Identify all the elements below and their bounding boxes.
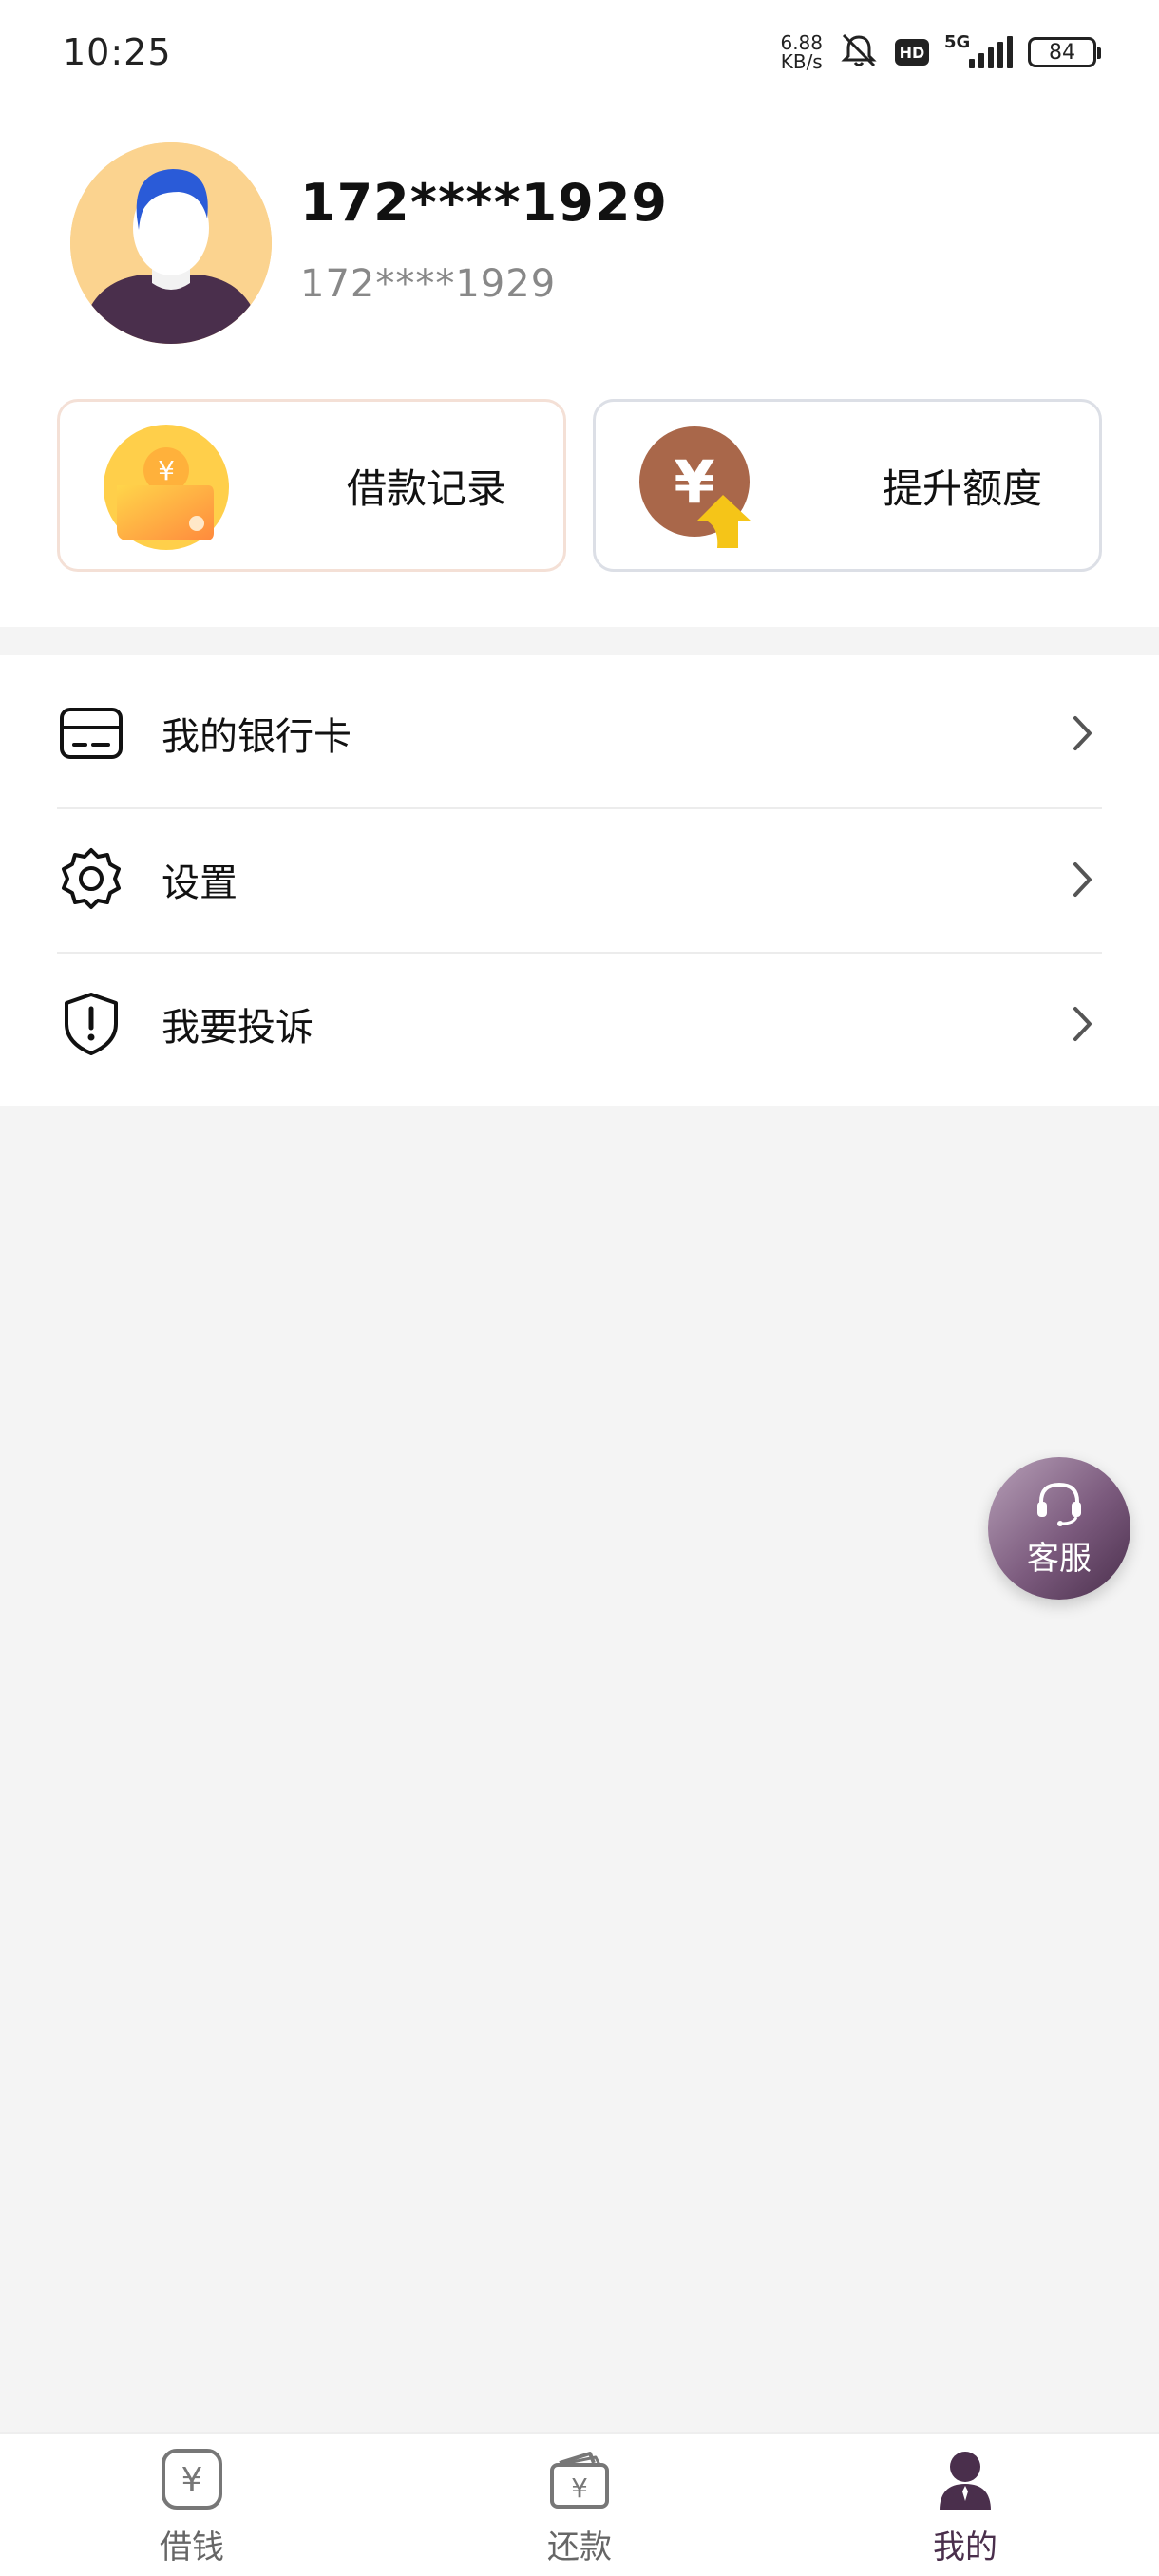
network-speed-value: 6.88 [780, 31, 823, 54]
svg-text:¥: ¥ [158, 455, 175, 486]
tab-mine[interactable]: 我的 [889, 2445, 1041, 2568]
hd-badge: HD [895, 39, 929, 66]
menu-item-bank-card[interactable]: 我的银行卡 [57, 661, 1102, 805]
loan-records-label: 借款记录 [346, 464, 506, 512]
raise-limit-label: 提升额度 [882, 464, 1042, 512]
menu-item-label: 我的银行卡 [162, 715, 352, 759]
bank-card-icon [57, 699, 125, 767]
profile-page: 10:25 6.88 KB/s HD 5G 84 172****1929 172… [0, 0, 1159, 2576]
menu-item-label: 我要投诉 [162, 1006, 314, 1050]
network-speed: 6.88 KB/s [780, 33, 823, 71]
menu-list: 我的银行卡 设置 我要投诉 [0, 655, 1159, 1106]
person-icon [931, 2445, 999, 2513]
wallet-yuan-icon: ¥ [545, 2445, 614, 2513]
raise-limit-card[interactable]: ¥ 提升额度 [593, 399, 1102, 572]
tab-repay[interactable]: ¥ 还款 [504, 2445, 656, 2568]
tab-label: 我的 [933, 2529, 998, 2567]
menu-item-label: 设置 [162, 862, 238, 905]
menu-item-complaint[interactable]: 我要投诉 [57, 952, 1102, 1096]
menu-item-settings[interactable]: 设置 [57, 807, 1102, 952]
customer-service-button[interactable]: 客服 [988, 1457, 1130, 1600]
svg-text:¥: ¥ [181, 2461, 203, 2500]
user-subtitle: 172****1929 [300, 262, 557, 306]
status-icons: 6.88 KB/s HD 5G 84 [780, 31, 1101, 73]
network-speed-unit: KB/s [780, 50, 823, 73]
headset-icon [1034, 1479, 1085, 1530]
tab-borrow[interactable]: ¥ 借钱 [116, 2445, 268, 2568]
battery-icon: 84 [1028, 37, 1101, 67]
customer-service-label: 客服 [1027, 1539, 1092, 1578]
settings-gear-icon [57, 845, 125, 914]
wallet-coin-icon: ¥ [102, 423, 231, 552]
user-name: 172****1929 [300, 173, 668, 233]
network-type: 5G [944, 32, 971, 52]
status-bar: 10:25 6.88 KB/s HD 5G 84 [0, 0, 1159, 104]
yuan-coin-icon: ¥ [158, 2445, 226, 2513]
shield-alert-icon [57, 990, 125, 1058]
cellular-signal-icon: 5G [944, 32, 1013, 68]
chevron-right-icon [1064, 861, 1102, 899]
tab-label: 还款 [547, 2529, 612, 2567]
svg-text:¥: ¥ [674, 447, 714, 517]
profile-header: 172****1929 172****1929 ¥ 借款记录 ¥ 提升额度 [0, 104, 1159, 627]
yuan-arrow-up-icon: ¥ [637, 423, 767, 552]
status-time: 10:25 [63, 31, 172, 73]
mute-bell-icon [838, 31, 880, 73]
tab-label: 借钱 [160, 2529, 224, 2567]
svg-text:¥: ¥ [571, 2472, 588, 2504]
battery-level: 84 [1049, 40, 1075, 65]
bottom-tab-bar: ¥ 借钱 ¥ 还款 我的 [0, 2432, 1159, 2576]
loan-records-card[interactable]: ¥ 借款记录 [57, 399, 566, 572]
avatar[interactable] [70, 142, 272, 344]
chevron-right-icon [1064, 714, 1102, 752]
chevron-right-icon [1064, 1005, 1102, 1043]
